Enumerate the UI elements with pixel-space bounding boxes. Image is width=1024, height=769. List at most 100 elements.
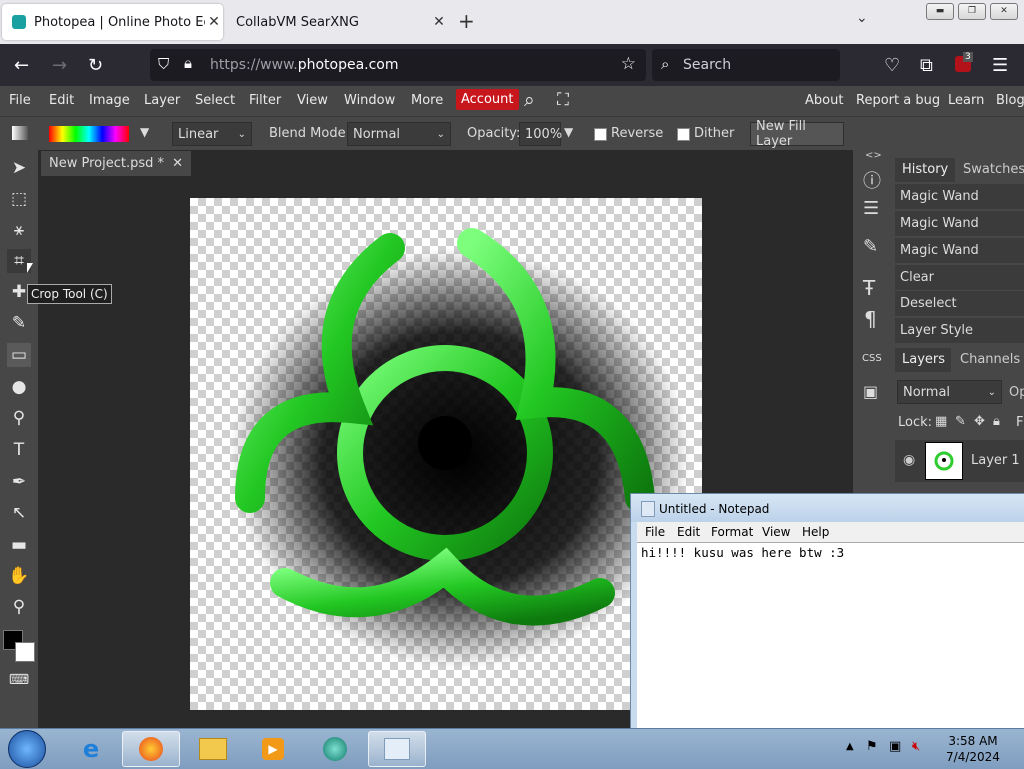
url-bar[interactable]: ⛉ 🔒︎ https://www.photopea.com ☆ <box>150 49 646 81</box>
menu-learn[interactable]: Learn <box>948 93 984 108</box>
notepad-title-bar[interactable]: Untitled - Notepad <box>631 494 1024 522</box>
firefox-icon[interactable] <box>122 731 180 767</box>
start-button[interactable] <box>8 730 46 768</box>
rectangle-icon[interactable]: ▬ <box>7 533 31 557</box>
media-player-icon[interactable]: ▶ <box>244 731 302 767</box>
magic-wand-icon[interactable]: ⚹ <box>7 218 31 242</box>
teamviewer-icon[interactable] <box>306 731 364 767</box>
account-button[interactable]: Account <box>456 89 519 110</box>
hand-icon[interactable]: ✋ <box>7 564 31 588</box>
taskbar-clock[interactable]: 3:58 AM 7/4/2024 <box>940 733 1006 765</box>
tab-history[interactable]: History <box>895 158 955 182</box>
forward-icon[interactable]: → <box>52 55 67 76</box>
brush-settings-icon[interactable]: ✎ <box>863 236 878 257</box>
collapse-arrows-icon[interactable]: <> <box>865 150 882 161</box>
history-item[interactable]: Layer Style <box>895 318 1024 344</box>
image-icon[interactable]: ▣ <box>863 382 878 401</box>
history-item[interactable]: Deselect <box>895 291 1024 317</box>
pen-icon[interactable]: ✒ <box>7 470 31 494</box>
menu-more[interactable]: More <box>411 93 443 108</box>
internet-explorer-icon[interactable]: e <box>62 731 120 767</box>
background-color-swatch[interactable] <box>15 642 35 662</box>
opacity-dropdown-icon[interactable]: ▼ <box>564 125 573 139</box>
css-icon[interactable]: CSS <box>862 353 882 364</box>
history-item[interactable]: Clear <box>895 265 1024 291</box>
lock-paint-icon[interactable]: ✎ <box>955 414 966 429</box>
reload-icon[interactable]: ↻ <box>88 55 103 76</box>
notepad-text-area[interactable]: hi!!!! kusu was here btw :3 <box>637 542 1024 734</box>
marquee-icon[interactable]: ⬚ <box>7 187 31 211</box>
lock-move-icon[interactable]: ✥ <box>974 414 985 429</box>
notepad-menu-view[interactable]: View <box>762 525 790 539</box>
path-select-icon[interactable]: ↖ <box>7 501 31 525</box>
opacity-input[interactable]: 100% <box>519 122 562 146</box>
menu-edit[interactable]: Edit <box>49 93 74 108</box>
paragraph-icon[interactable]: ¶ <box>864 307 877 331</box>
back-icon[interactable]: ← <box>14 55 29 76</box>
document-tab[interactable]: New Project.psd * ✕ <box>41 151 191 176</box>
action-center-flag-icon[interactable]: ⚑ <box>866 739 878 754</box>
menu-select[interactable]: Select <box>195 93 235 108</box>
menu-image[interactable]: Image <box>89 93 130 108</box>
layer-row[interactable]: ◉ Layer 1 <box>895 440 1024 482</box>
close-tab-icon[interactable]: ✕ <box>430 14 448 30</box>
bookmark-star-icon[interactable]: ☆ <box>621 54 636 74</box>
explorer-folder-icon[interactable] <box>184 731 242 767</box>
lock-all-icon[interactable]: 🔒︎ <box>993 414 1000 429</box>
history-item[interactable]: Magic Wand <box>895 238 1024 264</box>
layer-name[interactable]: Layer 1 <box>971 453 1020 468</box>
url-text[interactable]: https://www.photopea.com <box>210 57 399 73</box>
menu-report-bug[interactable]: Report a bug <box>856 93 940 108</box>
keyboard-icon[interactable]: ⌨ <box>7 668 31 692</box>
restore-button[interactable]: ❐ <box>958 3 986 20</box>
tab-layers[interactable]: Layers <box>895 348 951 372</box>
close-window-button[interactable]: ✕ <box>990 3 1018 20</box>
gradient-type-select[interactable]: Linear ⌄ <box>172 122 252 146</box>
menu-layer[interactable]: Layer <box>144 93 180 108</box>
eye-icon[interactable]: ◉ <box>903 452 915 468</box>
blur-icon[interactable]: ● <box>7 375 31 399</box>
shield-icon[interactable]: ⛉ <box>158 55 169 73</box>
type-icon[interactable]: T <box>7 438 31 462</box>
gradient-preview[interactable] <box>49 126 129 142</box>
network-icon[interactable]: ▣ <box>889 739 901 754</box>
new-tab-icon[interactable]: + <box>458 9 475 33</box>
new-fill-layer-button[interactable]: New Fill Layer <box>750 119 844 149</box>
blend-mode-select[interactable]: Normal ⌄ <box>347 122 451 146</box>
character-icon[interactable]: Ŧ <box>863 276 875 300</box>
menu-window[interactable]: Window <box>344 93 395 108</box>
lock-icon[interactable]: 🔒︎ <box>184 54 192 72</box>
lock-transparency-icon[interactable]: ▦ <box>935 414 947 429</box>
menu-view[interactable]: View <box>297 93 328 108</box>
dither-checkbox[interactable] <box>677 128 690 141</box>
tab-searxng[interactable]: CollabVM SearXNG ✕ <box>228 4 448 40</box>
menu-filter[interactable]: Filter <box>249 93 281 108</box>
search-icon[interactable]: ⌕ <box>524 89 535 111</box>
search-bar[interactable]: ⌕ Search <box>652 49 840 81</box>
hamburger-menu-icon[interactable]: ☰ <box>992 55 1008 76</box>
history-item[interactable]: Magic Wand <box>895 184 1024 210</box>
history-item[interactable]: Magic Wand <box>895 211 1024 237</box>
volume-muted-icon[interactable]: 🔇︎ <box>912 739 920 754</box>
notepad-window[interactable]: Untitled - Notepad File Edit Format View… <box>630 493 1024 735</box>
zoom-icon[interactable]: ⚲ <box>7 595 31 619</box>
tab-photopea[interactable]: Photopea | Online Photo Editor ✕ <box>2 4 223 40</box>
menu-blog[interactable]: Blog <box>996 93 1024 108</box>
brush-icon[interactable]: ✎ <box>7 311 31 335</box>
gradient-dropdown-icon[interactable]: ▼ <box>140 125 149 139</box>
menu-file[interactable]: File <box>9 93 31 108</box>
pocket-icon[interactable]: ♡ <box>884 55 900 76</box>
tab-channels[interactable]: Channels <box>960 348 1020 372</box>
notepad-menu-help[interactable]: Help <box>802 525 829 539</box>
chevron-down-icon[interactable]: ⌄ <box>856 10 868 26</box>
notepad-menu-edit[interactable]: Edit <box>677 525 700 539</box>
info-icon[interactable]: ⓘ <box>863 167 881 193</box>
dodge-icon[interactable]: ⚲ <box>7 406 31 430</box>
notepad-menu-format[interactable]: Format <box>711 525 753 539</box>
tab-swatches[interactable]: Swatches <box>963 158 1024 182</box>
minimize-button[interactable]: ▬ <box>926 3 954 20</box>
adjustments-icon[interactable]: ☰ <box>863 198 879 219</box>
layer-blend-select[interactable]: Normal ⌄ <box>897 380 1002 404</box>
move-icon[interactable]: ➤ <box>7 156 31 180</box>
document-canvas[interactable] <box>190 198 702 710</box>
